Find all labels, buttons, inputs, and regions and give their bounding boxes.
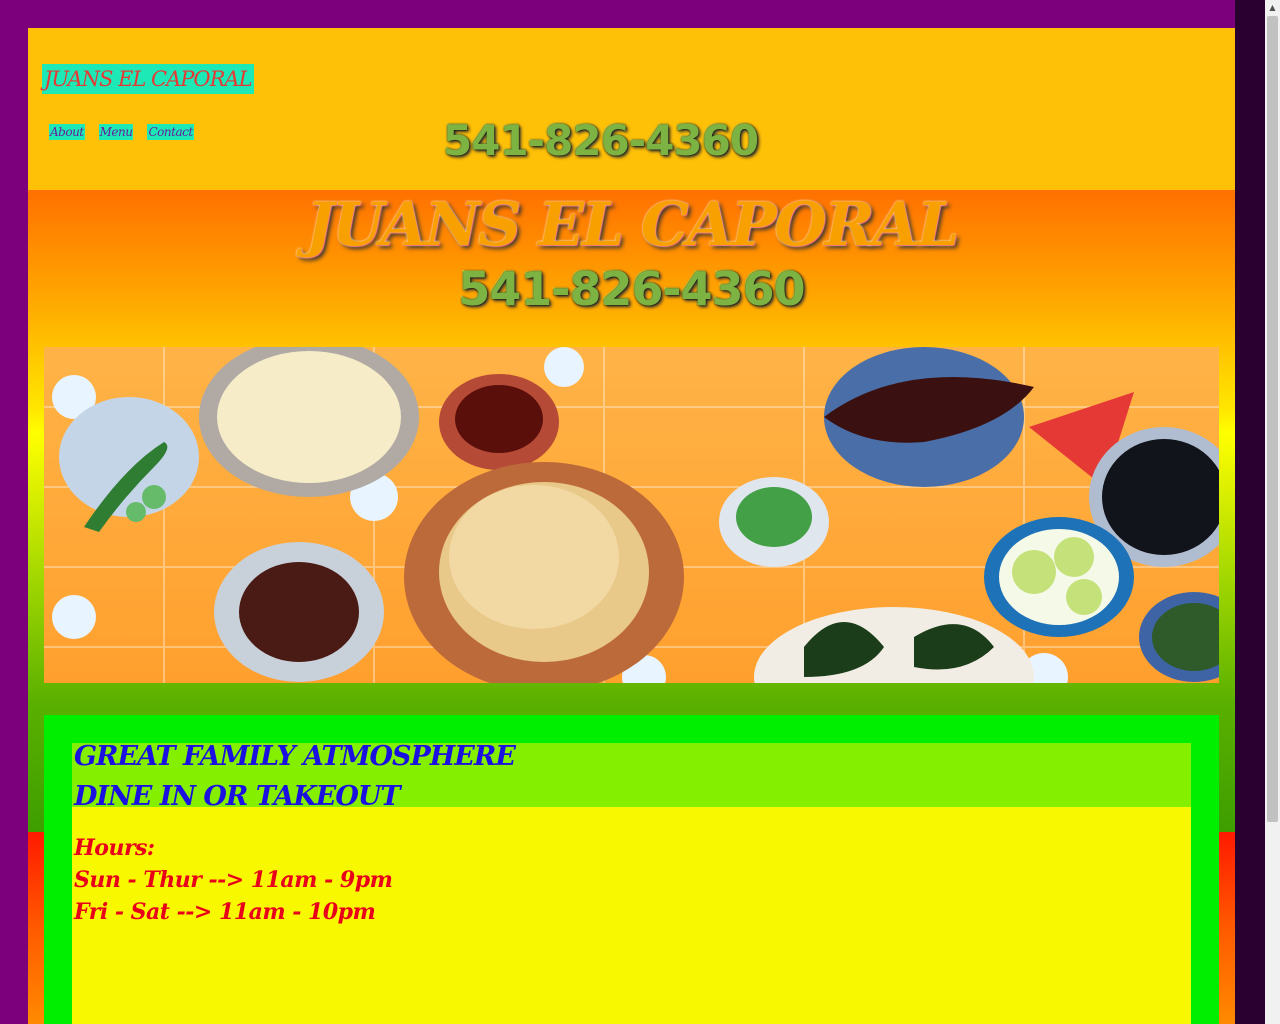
main-nav: About Menu Contact	[49, 124, 194, 140]
header-phone-number: 541-826-4360	[443, 116, 759, 165]
hours-weekday: Sun - Thur --> 11am - 9pm	[74, 867, 393, 893]
nav-contact-link[interactable]: Contact	[147, 124, 194, 140]
scroll-up-icon[interactable]: ▲	[1265, 0, 1280, 15]
scrollbar-thumb[interactable]	[1267, 16, 1278, 822]
hero-phone-number: 541-826-4360	[458, 262, 805, 316]
intro-block: GREAT FAMILY ATMOSPHERE DINE IN OR TAKEO…	[72, 741, 1191, 812]
hours-heading: Hours:	[74, 835, 155, 861]
info-card: GREAT FAMILY ATMOSPHERE DINE IN OR TAKEO…	[44, 715, 1219, 1024]
nav-about-link[interactable]: About	[49, 124, 85, 140]
hours-block: Hours: Sun - Thur --> 11am - 9pm Fri - S…	[72, 807, 1191, 1024]
intro-atmosphere-text: GREAT FAMILY ATMOSPHERE	[74, 741, 516, 772]
hero-title: JUANS EL CAPORAL	[305, 190, 960, 260]
site-header: JUANS EL CAPORAL About Menu Contact 541-…	[28, 28, 1235, 190]
nav-menu-link[interactable]: Menu	[98, 124, 134, 140]
brand-logo-text[interactable]: JUANS EL CAPORAL	[42, 64, 254, 94]
banner-illustration	[44, 347, 1219, 683]
frame-right-edge	[1235, 0, 1265, 1024]
mexican-food-table-image	[44, 347, 1219, 683]
hours-weekend: Fri - Sat --> 11am - 10pm	[74, 899, 376, 925]
vertical-scrollbar[interactable]: ▲	[1265, 0, 1280, 1024]
